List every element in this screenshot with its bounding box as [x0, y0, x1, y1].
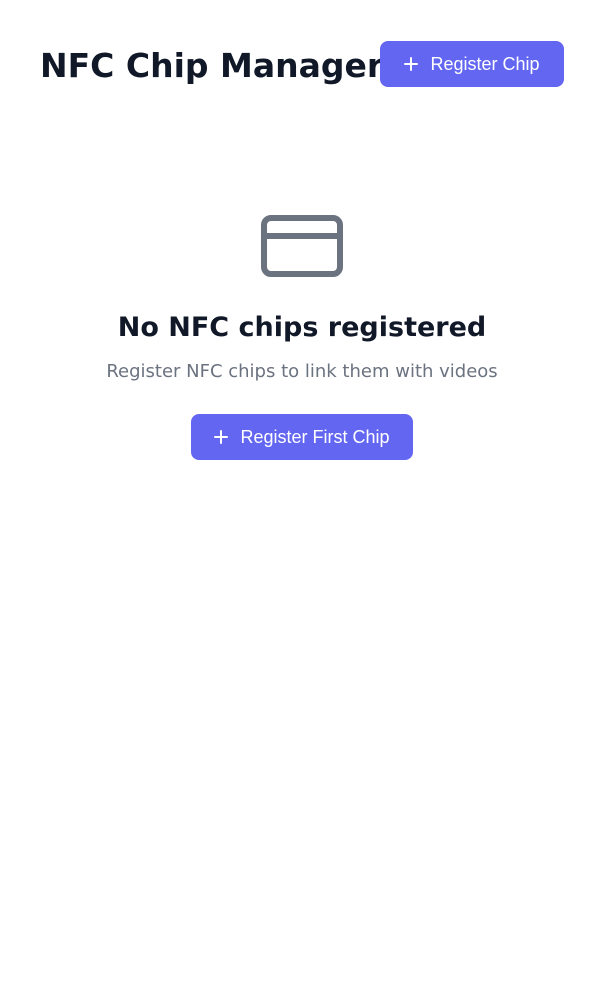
page-title: NFC Chip Manager [40, 46, 384, 85]
page-header: NFC Chip Manager Register Chip [0, 0, 604, 130]
register-first-chip-label: Register First Chip [240, 426, 390, 447]
register-chip-button[interactable]: Register Chip [380, 41, 564, 87]
credit-card-icon [261, 215, 343, 277]
register-first-chip-button[interactable]: Register First Chip [191, 414, 413, 460]
empty-state-subtitle: Register NFC chips to link them with vid… [106, 361, 498, 382]
plus-icon [214, 430, 229, 444]
register-chip-label: Register Chip [430, 53, 540, 74]
plus-icon [404, 57, 419, 71]
empty-state-title: No NFC chips registered [117, 312, 487, 343]
